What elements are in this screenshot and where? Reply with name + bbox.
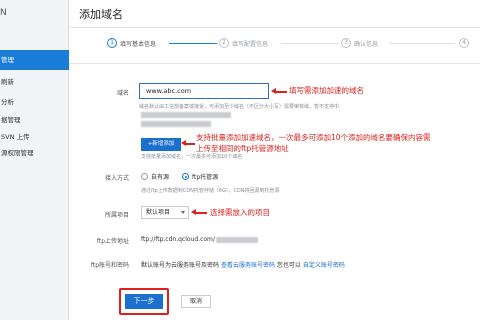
arrow-icon	[181, 140, 195, 146]
view-credentials-link[interactable]: 查看云服务账号密码	[221, 262, 275, 269]
step-connector	[389, 43, 455, 44]
access-mode-label: 接入方式	[104, 175, 129, 182]
domain-hint: 域名默认由工信部备案或接受，可添加至少域名（不区分大小写）需要审核域，暂不支持中…	[139, 104, 339, 110]
sidebar: N 管理 刷新 分析 据管理 SVN 上传 源权限管理	[0, 0, 69, 320]
annotation-batch: 支持批量添加加速域名，一次最多可添加10个添加的域名要确保内容需上传至相同的ft…	[196, 133, 431, 153]
blurred-value	[216, 237, 258, 243]
next-button[interactable]: 下一步	[125, 294, 163, 309]
step-3-number: 3	[341, 38, 351, 48]
sidebar-item-analysis[interactable]: 分析	[0, 92, 69, 112]
ftp-account-mid: 您也可以	[276, 262, 301, 269]
step-2-label: 填写配置信息	[232, 40, 269, 48]
step-connector	[281, 43, 339, 44]
sidebar-item-permission[interactable]: 源权限管理	[0, 143, 69, 163]
arrow-icon	[271, 88, 287, 94]
ftp-address-value: ftp://ftp.cdn.qcloud.com/	[141, 236, 215, 243]
annotation-domain: 填写需添加加速的域名	[289, 86, 364, 95]
blurred-hint	[141, 112, 231, 118]
radio-icon	[141, 173, 148, 180]
step-4-number: 4	[459, 38, 469, 48]
add-domain-hint: 支持批量添加域名，一次最多可添加10个域名	[141, 154, 243, 160]
step-2: 2 填写配置信息	[219, 38, 268, 48]
project-select-value: 默认项目	[146, 209, 171, 216]
radio-ftp-origin-label: ftp托管源	[192, 174, 219, 181]
radio-icon	[182, 173, 189, 180]
sidebar-item-refresh[interactable]: 刷新	[0, 72, 69, 92]
step-2-number: 2	[219, 38, 229, 48]
step-4: 4	[459, 38, 472, 48]
project-select[interactable]: 默认项目	[141, 206, 189, 219]
ftp-account-label: ftp账号和密码	[90, 262, 129, 269]
domain-label: 域名	[116, 90, 129, 97]
chevron-down-icon	[181, 211, 185, 214]
project-label: 所属项目	[104, 212, 129, 219]
annotation-project: 选择需放入的项目	[210, 208, 270, 217]
access-mode-hint: 通过ftp上传数据到CDN托管存储（6G），CDN将回源到托管源	[141, 188, 280, 194]
step-1: 1 填写基本信息	[107, 38, 156, 48]
custom-credentials-link[interactable]: 自定义账号密码	[303, 262, 345, 269]
header: 添加域名	[69, 0, 480, 28]
radio-own-origin-label: 自有源	[151, 174, 170, 181]
domain-input[interactable]: www.abc.com	[139, 83, 269, 99]
add-domain-button[interactable]: +新增添加	[141, 138, 181, 151]
ftp-address-label: ftp上传地址	[96, 238, 129, 245]
blurred-hint	[141, 121, 211, 127]
radio-ftp-origin[interactable]: ftp托管源	[182, 172, 218, 181]
step-1-label: 填写基本信息	[120, 40, 157, 48]
form-panel: 域名 www.abc.com 填写需添加加速的域名 域名默认由工信部备案或接受，…	[69, 64, 480, 320]
step-3: 3 确认信息	[341, 38, 378, 48]
steps-bar: 1 填写基本信息 2 填写配置信息 3 确认信息 4	[69, 28, 480, 64]
sidebar-brand: N	[0, 8, 7, 18]
radio-own-origin[interactable]: 自有源	[141, 172, 169, 181]
step-1-number: 1	[107, 38, 117, 48]
cancel-button[interactable]: 取消	[181, 295, 211, 308]
ftp-account-text: 默认账号为云服务账号及密码 查看云服务账号密码 您也可以 自定义账号密码	[141, 260, 345, 269]
step-connector	[169, 43, 217, 44]
page-title: 添加域名	[79, 8, 123, 21]
ftp-account-prefix: 默认账号为云服务账号及密码	[141, 262, 220, 269]
step-3-label: 确认信息	[354, 40, 379, 48]
sidebar-item-manage[interactable]: 管理	[0, 50, 69, 70]
arrow-icon	[191, 209, 207, 215]
